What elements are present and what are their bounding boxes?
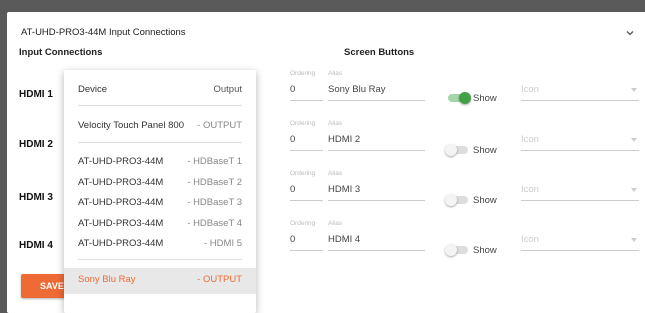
icon-underline — [521, 150, 639, 151]
show-label: Show — [473, 195, 497, 206]
ordering-input[interactable]: 0 — [290, 134, 295, 145]
screen-buttons-heading: Screen Buttons — [344, 47, 415, 58]
icon-select[interactable]: Icon — [521, 184, 539, 195]
dropdown-divider — [78, 105, 242, 106]
ordering-underline — [290, 100, 323, 101]
ordering-underline — [290, 250, 323, 251]
option-device: Sony Blu Ray — [78, 274, 136, 285]
ordering-label: Ordering — [290, 220, 316, 227]
ordering-label: Ordering — [290, 70, 316, 77]
ordering-label: Ordering — [290, 170, 316, 177]
alias-input[interactable]: HDMI 2 — [328, 134, 360, 145]
output-column-header: Output — [213, 84, 242, 95]
dropdown-option[interactable]: AT-UHD-PRO3-44M - HDBaseT 3 — [78, 197, 242, 213]
dropdown-option[interactable]: AT-UHD-PRO3-44M - HDMI 5 — [78, 238, 242, 254]
icon-underline — [521, 200, 639, 201]
option-output: - HDBaseT 3 — [187, 197, 242, 208]
option-device: AT-UHD-PRO3-44M — [78, 218, 164, 229]
show-label: Show — [473, 93, 497, 104]
dropdown-divider — [78, 142, 242, 143]
option-device: AT-UHD-PRO3-44M — [78, 197, 164, 208]
input-connections-heading: Input Connections — [19, 47, 103, 58]
option-device: Velocity Touch Panel 800 — [78, 120, 184, 131]
panel-title: AT-UHD-PRO3-44M Input Connections — [21, 27, 186, 38]
device-column-header: Device — [78, 84, 108, 95]
icon-underline — [521, 250, 639, 251]
option-output: - OUTPUT — [197, 274, 242, 285]
alias-input[interactable]: Sony Blu Ray — [328, 84, 386, 95]
device-output-dropdown: Device Output Velocity Touch Panel 800 -… — [64, 70, 256, 313]
dropdown-header: Device Output — [78, 84, 242, 100]
alias-label: Alias — [328, 70, 343, 77]
dropdown-divider — [78, 259, 242, 260]
show-toggle[interactable] — [445, 144, 471, 156]
alias-label: Alias — [328, 120, 343, 127]
dropdown-option[interactable]: AT-UHD-PRO3-44M - HDBaseT 1 — [78, 156, 242, 172]
dropdown-option[interactable]: AT-UHD-PRO3-44M - HDBaseT 4 — [78, 218, 242, 234]
show-toggle[interactable] — [445, 194, 471, 206]
alias-underline — [328, 100, 425, 101]
option-output: - HDBaseT 1 — [187, 156, 242, 167]
caret-down-icon[interactable] — [631, 88, 637, 92]
show-label: Show — [473, 145, 497, 156]
caret-down-icon[interactable] — [631, 188, 637, 192]
caret-down-icon[interactable] — [631, 238, 637, 242]
ordering-input[interactable]: 0 — [290, 234, 295, 245]
alias-label: Alias — [328, 220, 343, 227]
dropdown-option[interactable]: Velocity Touch Panel 800 - OUTPUT — [78, 120, 242, 136]
alias-underline — [328, 250, 425, 251]
show-label: Show — [473, 245, 497, 256]
option-output: - HDBaseT 4 — [187, 218, 242, 229]
ordering-input[interactable]: 0 — [290, 84, 295, 95]
option-device: AT-UHD-PRO3-44M — [78, 156, 164, 167]
ordering-underline — [290, 200, 323, 201]
ordering-label: Ordering — [290, 120, 316, 127]
alias-input[interactable]: HDMI 3 — [328, 184, 360, 195]
dropdown-option-selected[interactable]: Sony Blu Ray - OUTPUT — [78, 274, 242, 290]
option-output: - OUTPUT — [197, 120, 242, 131]
ordering-input[interactable]: 0 — [290, 184, 295, 195]
caret-down-icon[interactable] — [631, 138, 637, 142]
icon-select[interactable]: Icon — [521, 84, 539, 95]
ordering-underline — [290, 150, 323, 151]
option-device: AT-UHD-PRO3-44M — [78, 238, 164, 249]
show-toggle[interactable] — [445, 92, 471, 104]
option-device: AT-UHD-PRO3-44M — [78, 177, 164, 188]
chevron-down-icon[interactable] — [624, 27, 636, 39]
alias-underline — [328, 150, 425, 151]
icon-select[interactable]: Icon — [521, 134, 539, 145]
option-output: - HDBaseT 2 — [187, 177, 242, 188]
icon-select[interactable]: Icon — [521, 234, 539, 245]
icon-underline — [521, 100, 639, 101]
alias-underline — [328, 200, 425, 201]
dropdown-option[interactable]: AT-UHD-PRO3-44M - HDBaseT 2 — [78, 177, 242, 193]
show-toggle[interactable] — [445, 244, 471, 256]
alias-input[interactable]: HDMI 4 — [328, 234, 360, 245]
alias-label: Alias — [328, 170, 343, 177]
option-output: - HDMI 5 — [204, 238, 242, 249]
